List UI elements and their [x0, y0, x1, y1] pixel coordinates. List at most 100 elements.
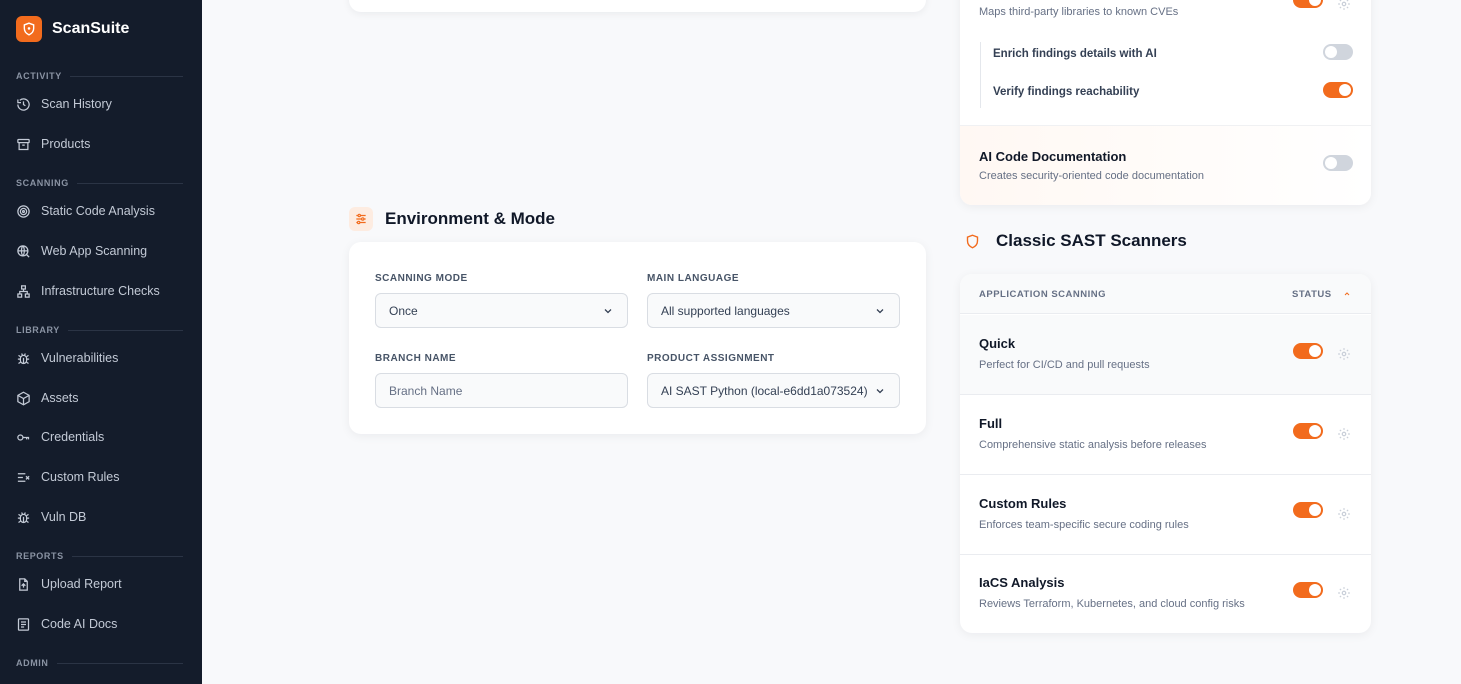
- scanner-name: Full: [979, 416, 1003, 431]
- classic-title: Classic SAST Scanners: [996, 231, 1187, 250]
- scanner-name: Custom Rules: [979, 496, 1067, 511]
- sidebar: ScanSuite ACTIVITY Scan History Products…: [0, 0, 202, 684]
- sidebar-item-custom-rules[interactable]: Custom Rules: [16, 463, 186, 491]
- toggle-knob: [1309, 584, 1321, 596]
- sort-up-icon[interactable]: [1343, 290, 1351, 298]
- sub-options-divider: [980, 42, 981, 108]
- key-icon: [17, 433, 30, 441]
- target-icon: [17, 204, 30, 218]
- gear-icon[interactable]: [1337, 586, 1351, 600]
- sidebar-item-vulnerabilities[interactable]: Vulnerabilities: [16, 344, 186, 372]
- globe-search-icon: [17, 244, 30, 258]
- main-language-select[interactable]: All supported languages: [647, 293, 900, 328]
- scanning-mode-select[interactable]: Once: [375, 293, 628, 328]
- classic-sast-card: APPLICATION SCANNING STATUS Quick Perfec…: [960, 274, 1371, 633]
- toggle-knob: [1309, 425, 1321, 437]
- sidebar-item-label: Products: [41, 137, 91, 151]
- sidebar-item-label: Web App Scanning: [41, 244, 148, 258]
- sidebar-item-static-code-analysis[interactable]: Static Code Analysis: [16, 197, 186, 225]
- toggle-knob: [1309, 504, 1321, 516]
- scanning-mode-label: SCANNING MODE: [375, 273, 468, 284]
- previous-card: [349, 0, 926, 12]
- sidebar-item-web-app-scanning[interactable]: Web App Scanning: [16, 237, 186, 265]
- bug-icon: [17, 352, 30, 364]
- chevron-down-icon: [876, 308, 884, 313]
- enrich-findings-toggle[interactable]: [1323, 44, 1353, 60]
- gear-icon[interactable]: [1337, 427, 1351, 441]
- environment-card: SCANNING MODE Once MAIN LANGUAGE All sup…: [349, 242, 926, 434]
- environment-section-header: Environment & Mode: [349, 207, 555, 231]
- environment-title: Environment & Mode: [385, 209, 556, 228]
- iacs-toggle[interactable]: [1293, 582, 1323, 598]
- ai-code-doc-description: Creates security-oriented code documenta…: [979, 170, 1205, 182]
- brand[interactable]: ScanSuite: [16, 16, 129, 42]
- bug-icon: [17, 511, 30, 523]
- document-icon: [17, 617, 30, 631]
- sidebar-item-label: Assets: [41, 391, 79, 405]
- chevron-down-icon: [604, 308, 612, 313]
- main-language-label: MAIN LANGUAGE: [647, 273, 740, 284]
- brand-name: ScanSuite: [52, 20, 130, 37]
- toggle-knob: [1325, 157, 1337, 169]
- sidebar-item-label: Infrastructure Checks: [41, 284, 160, 298]
- sidebar-item-infrastructure-checks[interactable]: Infrastructure Checks: [16, 277, 186, 305]
- branch-name-input[interactable]: [375, 373, 628, 408]
- list-x-icon: [17, 472, 30, 482]
- classic-section-header: Classic SAST Scanners: [960, 229, 1187, 253]
- quick-toggle[interactable]: [1293, 343, 1323, 359]
- scanner-description: Enforces team-specific secure coding rul…: [979, 519, 1189, 531]
- sidebar-item-code-ai-docs[interactable]: Code AI Docs: [16, 610, 186, 638]
- chevron-down-icon: [876, 388, 884, 393]
- product-assignment-select[interactable]: AI SAST Python (local-e6dd1a073524): [647, 373, 900, 408]
- history-icon: [17, 97, 30, 111]
- ai-features-card: Maps third-party libraries to known CVEs…: [960, 0, 1371, 205]
- full-toggle[interactable]: [1293, 423, 1323, 439]
- network-icon: [17, 284, 30, 298]
- scanner-description: Comprehensive static analysis before rel…: [979, 439, 1207, 451]
- ai-code-documentation-row: AI Code Documentation Creates security-o…: [960, 125, 1371, 205]
- sidebar-item-label: Static Code Analysis: [41, 204, 155, 218]
- archive-icon: [17, 138, 30, 150]
- ai-code-doc-toggle[interactable]: [1323, 155, 1353, 171]
- enrich-findings-label: Enrich findings details with AI: [993, 48, 1157, 60]
- sidebar-item-label: Scan History: [41, 97, 112, 111]
- product-assignment-value: AI SAST Python (local-e6dd1a073524): [661, 383, 868, 398]
- application-scanning-column[interactable]: APPLICATION SCANNING: [979, 289, 1106, 300]
- sidebar-item-assets[interactable]: Assets: [16, 384, 186, 412]
- status-column[interactable]: STATUS: [1292, 289, 1332, 300]
- gear-icon[interactable]: [1337, 0, 1351, 11]
- gear-icon[interactable]: [1337, 507, 1351, 521]
- scanner-name: IaCS Analysis: [979, 575, 1065, 590]
- gear-icon[interactable]: [1337, 347, 1351, 361]
- sidebar-item-label: Vuln DB: [41, 510, 87, 524]
- sidebar-item-label: Custom Rules: [41, 470, 120, 484]
- sidebar-item-upload-report[interactable]: Upload Report: [16, 570, 186, 598]
- main-language-value: All supported languages: [661, 303, 790, 318]
- sidebar-item-label: Upload Report: [41, 577, 122, 591]
- toggle-knob: [1309, 0, 1321, 6]
- custom-rules-toggle[interactable]: [1293, 502, 1323, 518]
- file-upload-icon: [19, 577, 28, 591]
- sca-toggle[interactable]: [1293, 0, 1323, 8]
- branch-name-label: BRANCH NAME: [375, 353, 457, 364]
- shield-logo-icon: [16, 16, 42, 42]
- ai-code-doc-title: AI Code Documentation: [979, 149, 1127, 164]
- sliders-icon: [349, 207, 373, 231]
- scanner-row-full: Full Comprehensive static analysis befor…: [960, 395, 1371, 475]
- verify-reachability-toggle[interactable]: [1323, 82, 1353, 98]
- scanner-row-quick: Quick Perfect for CI/CD and pull request…: [960, 315, 1371, 395]
- sidebar-item-scan-history[interactable]: Scan History: [16, 90, 186, 118]
- sidebar-item-vuln-db[interactable]: Vuln DB: [16, 503, 186, 531]
- sidebar-item-credentials[interactable]: Credentials: [16, 423, 186, 451]
- section-label-scanning: SCANNING: [16, 178, 183, 188]
- scanner-name: Quick: [979, 336, 1016, 351]
- scanner-description: Perfect for CI/CD and pull requests: [979, 359, 1150, 371]
- table-header: APPLICATION SCANNING STATUS: [960, 274, 1371, 314]
- sidebar-item-label: Code AI Docs: [41, 617, 118, 631]
- scanner-row-custom-rules: Custom Rules Enforces team-specific secu…: [960, 475, 1371, 555]
- scanner-description: Reviews Terraform, Kubernetes, and cloud…: [979, 598, 1245, 610]
- toggle-knob: [1325, 46, 1337, 58]
- section-label-library: LIBRARY: [16, 325, 183, 335]
- sidebar-item-label: Credentials: [41, 430, 105, 444]
- sidebar-item-products[interactable]: Products: [16, 130, 186, 158]
